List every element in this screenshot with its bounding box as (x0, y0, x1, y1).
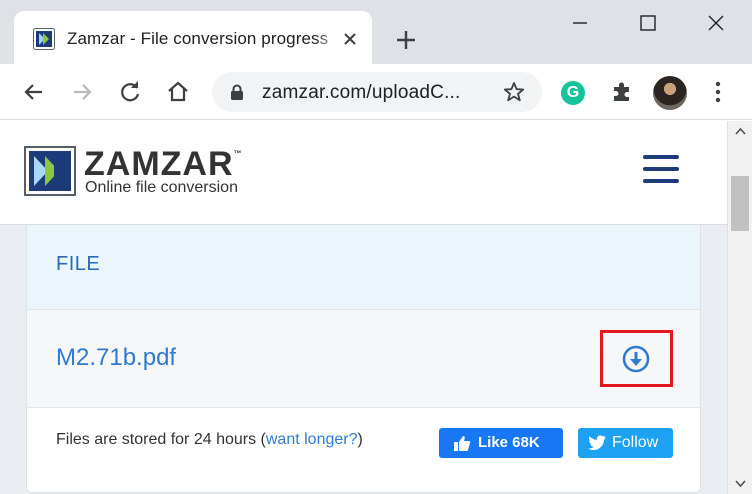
logo-trademark: ™ (233, 149, 243, 158)
twitter-follow-button[interactable]: Follow (578, 428, 673, 458)
facebook-like-button[interactable]: Like 68K (439, 428, 563, 458)
storage-notice: Files are stored for 24 hours (want long… (56, 431, 363, 449)
forward-arrow-icon[interactable] (69, 79, 95, 105)
storage-notice-close: ) (357, 431, 363, 448)
file-column-header: FILE (56, 253, 101, 275)
close-window-icon[interactable] (692, 0, 738, 46)
home-icon[interactable] (165, 79, 191, 105)
back-arrow-icon[interactable] (21, 79, 47, 105)
thumbs-up-icon (454, 436, 471, 451)
storage-notice-text: Files are stored for 24 hours ( (56, 431, 266, 448)
scroll-down-arrow-icon[interactable] (735, 480, 746, 488)
tab-title: Zamzar - File conversion progress (67, 29, 329, 48)
minimize-window-icon[interactable] (556, 0, 602, 46)
browser-menu-icon[interactable] (712, 79, 724, 105)
file-card: FILE M2.71b.pdf Files are stored for 24 … (26, 225, 701, 493)
tab-strip: Zamzar - File conversion progress (0, 0, 752, 64)
profile-avatar[interactable] (653, 76, 687, 110)
scrollbar-thumb[interactable] (731, 176, 749, 231)
maximize-window-icon[interactable] (624, 0, 670, 46)
address-bar[interactable]: zamzar.com/uploadC... (212, 72, 542, 112)
bookmark-star-icon[interactable] (502, 80, 526, 104)
browser-tab[interactable]: Zamzar - File conversion progress (14, 11, 372, 64)
want-longer-link[interactable]: want longer? (266, 431, 358, 448)
file-table-header: FILE (27, 225, 700, 310)
file-name-link[interactable]: M2.71b.pdf (56, 344, 176, 372)
vertical-scrollbar[interactable] (727, 121, 752, 494)
logo-tagline: Online file conversion (85, 179, 238, 196)
file-card-footer: Files are stored for 24 hours (want long… (27, 408, 700, 492)
download-icon[interactable] (622, 345, 650, 373)
lock-icon[interactable] (230, 84, 244, 100)
logo-wordmark-text: ZAMZAR (84, 145, 234, 183)
reload-icon[interactable] (117, 79, 143, 105)
twitter-bird-icon (588, 435, 606, 451)
follow-label: Follow (612, 434, 659, 451)
scroll-up-arrow-icon[interactable] (735, 127, 746, 135)
browser-toolbar: zamzar.com/uploadC... G (0, 64, 752, 120)
page-viewport: ZAMZAR™ Online file conversion FILE M2.7… (0, 121, 727, 494)
extensions-puzzle-icon[interactable] (609, 79, 635, 105)
download-highlight-box (600, 330, 673, 387)
zamzar-logo-icon[interactable] (24, 146, 76, 196)
zamzar-favicon-icon (33, 28, 55, 50)
url-text[interactable]: zamzar.com/uploadC... (262, 82, 492, 104)
site-header: ZAMZAR™ Online file conversion (0, 121, 727, 225)
hamburger-menu-icon[interactable] (643, 155, 679, 183)
like-count-label: Like 68K (478, 434, 540, 451)
grammarly-extension-icon[interactable]: G (561, 81, 585, 105)
new-tab-plus-icon[interactable] (393, 27, 419, 53)
file-row: M2.71b.pdf (27, 310, 700, 408)
close-tab-icon[interactable] (339, 28, 361, 50)
